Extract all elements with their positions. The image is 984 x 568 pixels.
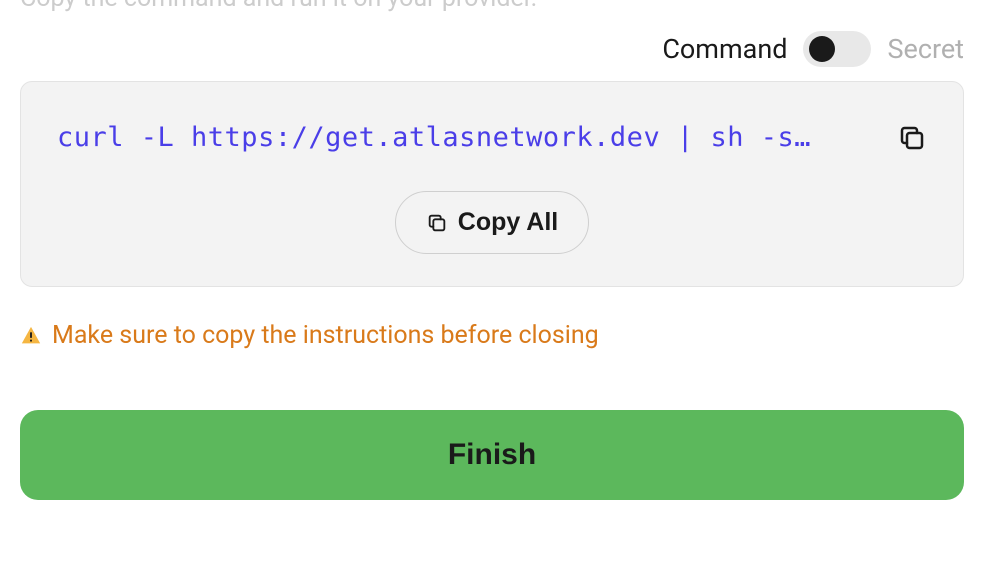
- finish-button[interactable]: Finish: [20, 410, 964, 500]
- toggle-row: Command Secret: [20, 31, 964, 67]
- copy-all-label: Copy All: [458, 208, 558, 237]
- code-row: curl -L https://get.atlasnetwork.dev | s…: [57, 122, 927, 153]
- toggle-knob: [809, 36, 835, 62]
- copy-icon[interactable]: [897, 123, 927, 153]
- warning-text: Make sure to copy the instructions befor…: [52, 321, 599, 350]
- copy-all-button[interactable]: Copy All: [395, 191, 589, 254]
- toggle-label-secret: Secret: [887, 33, 964, 65]
- code-panel: curl -L https://get.atlasnetwork.dev | s…: [20, 81, 964, 287]
- warning-icon: [20, 325, 42, 347]
- command-secret-toggle[interactable]: [803, 31, 871, 67]
- toggle-label-command: Command: [662, 33, 787, 65]
- instruction-text: Copy the command and run it on your prov…: [20, 0, 964, 13]
- copy-icon: [426, 212, 448, 234]
- command-text: curl -L https://get.atlasnetwork.dev | s…: [57, 122, 877, 153]
- warning-row: Make sure to copy the instructions befor…: [20, 321, 964, 350]
